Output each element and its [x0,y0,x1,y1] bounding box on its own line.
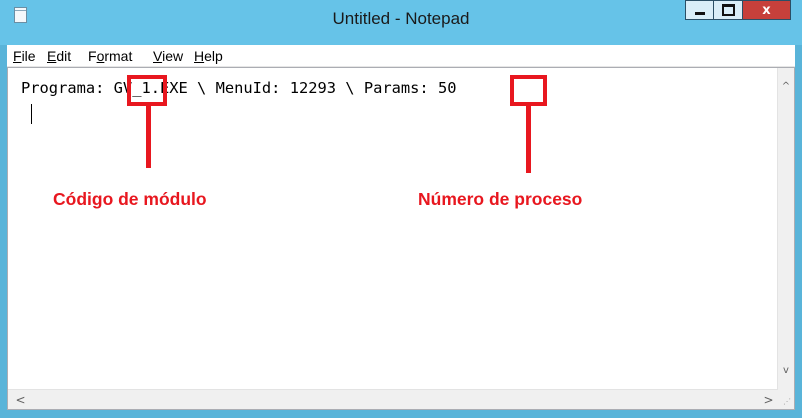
menu-format[interactable]: Format [88,48,132,64]
maximize-button[interactable] [714,0,743,20]
resize-grip-icon: ⋰ [783,397,791,406]
menu-file-label: ile [21,48,36,64]
horizontal-scrollbar[interactable]: < > [8,389,777,409]
close-icon: x [762,2,771,18]
menu-edit-label: dit [56,48,72,64]
close-button[interactable]: x [743,0,791,20]
menu-file-mnemonic: F [13,48,22,64]
menu-help[interactable]: Help [194,48,223,64]
menu-format-prefix: F [88,48,97,64]
vertical-scrollbar[interactable]: ^ v [777,68,794,390]
menu-help-mnemonic: H [194,48,205,64]
chevron-down-icon[interactable]: v [778,362,794,379]
menu-format-label: rmat [104,48,133,64]
text-editor-area[interactable] [7,67,795,410]
minimize-button[interactable] [685,0,714,20]
menu-edit[interactable]: Edit [47,48,71,64]
process-number-pointer-line [526,105,531,173]
chevron-left-icon[interactable]: < [12,390,29,409]
minimize-icon [694,11,705,15]
menu-view-label: iew [162,48,184,64]
menu-bar: File Edit Format View Help [7,45,795,67]
text-caret [31,104,32,124]
process-number-label: Número de proceso [418,189,583,209]
module-code-highlight-box [127,75,167,106]
menu-view-mnemonic: V [153,48,163,64]
menu-edit-mnemonic: E [47,48,57,64]
title-bar[interactable]: Untitled - Notepad x [0,0,802,45]
chevron-right-icon[interactable]: > [760,390,777,409]
maximize-icon [721,4,735,16]
editor-text-line[interactable]: Programa: GV_1.EXE \ MenuId: 12293 \ Par… [21,79,457,97]
notepad-window: Untitled - Notepad x File Edit Format Vi… [0,0,802,418]
chevron-up-icon[interactable]: ^ [778,78,794,95]
module-code-label: Código de módulo [53,189,207,209]
resize-grip[interactable]: ⋰ [777,390,794,409]
process-number-highlight-box [510,75,547,106]
window-title: Untitled - Notepad [332,9,470,28]
menu-file[interactable]: File [13,48,36,64]
menu-view[interactable]: View [153,48,183,64]
module-code-pointer-line [146,105,151,168]
menu-help-label: elp [204,48,223,64]
